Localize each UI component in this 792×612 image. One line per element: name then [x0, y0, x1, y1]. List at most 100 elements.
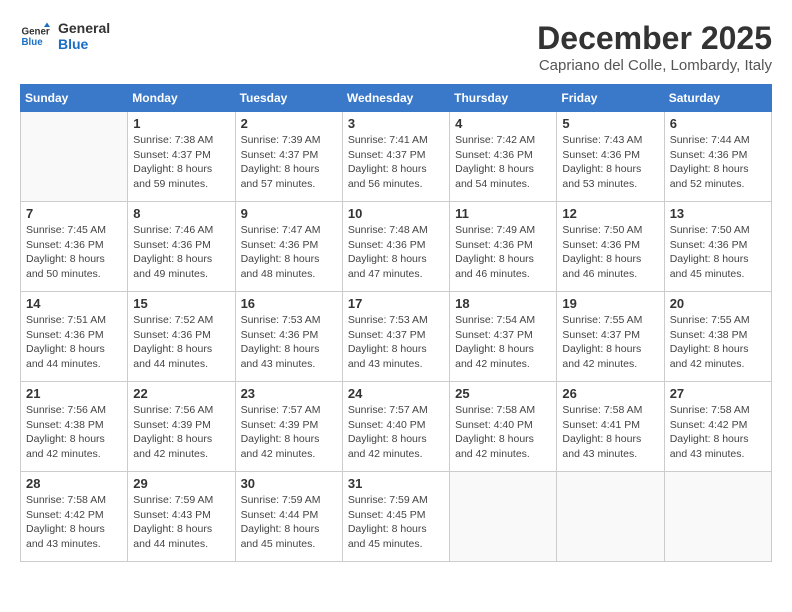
- day-number: 16: [241, 296, 337, 311]
- calendar-cell: 19Sunrise: 7:55 AMSunset: 4:37 PMDayligh…: [557, 292, 664, 382]
- day-info: Sunrise: 7:56 AMSunset: 4:38 PMDaylight:…: [26, 403, 122, 462]
- day-number: 23: [241, 386, 337, 401]
- day-number: 30: [241, 476, 337, 491]
- day-info: Sunrise: 7:54 AMSunset: 4:37 PMDaylight:…: [455, 313, 551, 372]
- day-number: 19: [562, 296, 658, 311]
- day-info: Sunrise: 7:44 AMSunset: 4:36 PMDaylight:…: [670, 133, 766, 192]
- calendar-week-4: 21 Sunrise: 7:56 AMSunset: 4:38 PMDayligh…: [21, 382, 772, 472]
- calendar-cell: 30 Sunrise: 7:59 AMSunset: 4:44 PMDayligh…: [235, 472, 342, 562]
- calendar-cell: 12 Sunrise: 7:50 AMSunset: 4:36 PMDayligh…: [557, 202, 664, 292]
- day-info: Sunrise: 7:58 AMSunset: 4:41 PMDaylight:…: [562, 403, 658, 462]
- day-number: 9: [241, 206, 337, 221]
- day-number: 2: [241, 116, 337, 131]
- calendar-cell: [21, 112, 128, 202]
- day-info: Sunrise: 7:45 AMSunset: 4:36 PMDaylight:…: [26, 223, 122, 282]
- day-number: 17: [348, 296, 444, 311]
- calendar-cell: [450, 472, 557, 562]
- weekday-header-saturday: Saturday: [664, 85, 771, 112]
- day-info: Sunrise: 7:51 AMSunset: 4:36 PMDaylight:…: [26, 313, 122, 372]
- logo-text-blue: Blue: [58, 36, 110, 52]
- title-block: December 2025 Capriano del Colle, Lombar…: [537, 20, 772, 74]
- calendar-cell: 16 Sunrise: 7:53 AMSunset: 4:36 PMDayligh…: [235, 292, 342, 382]
- location-subtitle: Capriano del Colle, Lombardy, Italy: [537, 57, 772, 74]
- calendar-cell: 18 Sunrise: 7:54 AMSunset: 4:37 PMDayligh…: [450, 292, 557, 382]
- day-number: 18: [455, 296, 551, 311]
- day-number: 5: [562, 116, 658, 131]
- day-info: Sunrise: 7:53 AMSunset: 4:36 PMDaylight:…: [241, 313, 337, 372]
- calendar-cell: 1Sunrise: 7:38 AMSunset: 4:37 PMDaylight…: [128, 112, 235, 202]
- calendar-week-2: 7Sunrise: 7:45 AMSunset: 4:36 PMDaylight…: [21, 202, 772, 292]
- day-info: Sunrise: 7:42 AMSunset: 4:36 PMDaylight:…: [455, 133, 551, 192]
- day-info: Sunrise: 7:58 AMSunset: 4:42 PMDaylight:…: [26, 493, 122, 552]
- day-info: Sunrise: 7:47 AMSunset: 4:36 PMDaylight:…: [241, 223, 337, 282]
- calendar-cell: [664, 472, 771, 562]
- calendar-cell: 31Sunrise: 7:59 AMSunset: 4:45 PMDayligh…: [342, 472, 449, 562]
- day-number: 20: [670, 296, 766, 311]
- day-number: 21: [26, 386, 122, 401]
- calendar-cell: 14Sunrise: 7:51 AMSunset: 4:36 PMDayligh…: [21, 292, 128, 382]
- logo-icon: General Blue: [20, 21, 50, 51]
- weekday-header-wednesday: Wednesday: [342, 85, 449, 112]
- calendar-cell: 23 Sunrise: 7:57 AMSunset: 4:39 PMDayligh…: [235, 382, 342, 472]
- day-number: 13: [670, 206, 766, 221]
- day-number: 3: [348, 116, 444, 131]
- calendar-table: SundayMondayTuesdayWednesdayThursdayFrid…: [20, 84, 772, 562]
- weekday-header-friday: Friday: [557, 85, 664, 112]
- day-info: Sunrise: 7:53 AMSunset: 4:37 PMDaylight:…: [348, 313, 444, 372]
- calendar-cell: 25Sunrise: 7:58 AMSunset: 4:40 PMDayligh…: [450, 382, 557, 472]
- day-info: Sunrise: 7:49 AMSunset: 4:36 PMDaylight:…: [455, 223, 551, 282]
- calendar-cell: 24Sunrise: 7:57 AMSunset: 4:40 PMDayligh…: [342, 382, 449, 472]
- day-info: Sunrise: 7:39 AMSunset: 4:37 PMDaylight:…: [241, 133, 337, 192]
- calendar-cell: 8Sunrise: 7:46 AMSunset: 4:36 PMDaylight…: [128, 202, 235, 292]
- weekday-header-sunday: Sunday: [21, 85, 128, 112]
- calendar-cell: 5 Sunrise: 7:43 AMSunset: 4:36 PMDaylight…: [557, 112, 664, 202]
- day-number: 26: [562, 386, 658, 401]
- day-number: 24: [348, 386, 444, 401]
- calendar-cell: 2 Sunrise: 7:39 AMSunset: 4:37 PMDaylight…: [235, 112, 342, 202]
- calendar-cell: 21 Sunrise: 7:56 AMSunset: 4:38 PMDayligh…: [21, 382, 128, 472]
- day-info: Sunrise: 7:50 AMSunset: 4:36 PMDaylight:…: [562, 223, 658, 282]
- day-number: 12: [562, 206, 658, 221]
- day-info: Sunrise: 7:48 AMSunset: 4:36 PMDaylight:…: [348, 223, 444, 282]
- day-info: Sunrise: 7:56 AMSunset: 4:39 PMDaylight:…: [133, 403, 229, 462]
- logo-text-general: General: [58, 20, 110, 36]
- day-info: Sunrise: 7:57 AMSunset: 4:39 PMDaylight:…: [241, 403, 337, 462]
- logo: General Blue General Blue: [20, 20, 110, 52]
- day-number: 28: [26, 476, 122, 491]
- day-info: Sunrise: 7:59 AMSunset: 4:44 PMDaylight:…: [241, 493, 337, 552]
- day-number: 1: [133, 116, 229, 131]
- calendar-cell: 22 Sunrise: 7:56 AMSunset: 4:39 PMDayligh…: [128, 382, 235, 472]
- calendar-cell: 17 Sunrise: 7:53 AMSunset: 4:37 PMDayligh…: [342, 292, 449, 382]
- day-number: 10: [348, 206, 444, 221]
- day-number: 15: [133, 296, 229, 311]
- day-number: 22: [133, 386, 229, 401]
- svg-text:General: General: [22, 27, 51, 38]
- calendar-cell: 7Sunrise: 7:45 AMSunset: 4:36 PMDaylight…: [21, 202, 128, 292]
- calendar-cell: 13 Sunrise: 7:50 AMSunset: 4:36 PMDayligh…: [664, 202, 771, 292]
- calendar-cell: 29 Sunrise: 7:59 AMSunset: 4:43 PMDayligh…: [128, 472, 235, 562]
- day-number: 4: [455, 116, 551, 131]
- calendar-week-5: 28 Sunrise: 7:58 AMSunset: 4:42 PMDayligh…: [21, 472, 772, 562]
- day-info: Sunrise: 7:43 AMSunset: 4:36 PMDaylight:…: [562, 133, 658, 192]
- svg-text:Blue: Blue: [22, 37, 44, 48]
- day-info: Sunrise: 7:59 AMSunset: 4:45 PMDaylight:…: [348, 493, 444, 552]
- calendar-cell: 28 Sunrise: 7:58 AMSunset: 4:42 PMDayligh…: [21, 472, 128, 562]
- calendar-cell: 9 Sunrise: 7:47 AMSunset: 4:36 PMDaylight…: [235, 202, 342, 292]
- day-info: Sunrise: 7:46 AMSunset: 4:36 PMDaylight:…: [133, 223, 229, 282]
- calendar-cell: 20Sunrise: 7:55 AMSunset: 4:38 PMDayligh…: [664, 292, 771, 382]
- day-number: 6: [670, 116, 766, 131]
- day-info: Sunrise: 7:41 AMSunset: 4:37 PMDaylight:…: [348, 133, 444, 192]
- day-info: Sunrise: 7:59 AMSunset: 4:43 PMDaylight:…: [133, 493, 229, 552]
- day-number: 25: [455, 386, 551, 401]
- day-info: Sunrise: 7:52 AMSunset: 4:36 PMDaylight:…: [133, 313, 229, 372]
- day-info: Sunrise: 7:50 AMSunset: 4:36 PMDaylight:…: [670, 223, 766, 282]
- calendar-cell: 10 Sunrise: 7:48 AMSunset: 4:36 PMDayligh…: [342, 202, 449, 292]
- day-info: Sunrise: 7:58 AMSunset: 4:42 PMDaylight:…: [670, 403, 766, 462]
- calendar-cell: 27 Sunrise: 7:58 AMSunset: 4:42 PMDayligh…: [664, 382, 771, 472]
- day-number: 29: [133, 476, 229, 491]
- calendar-week-3: 14Sunrise: 7:51 AMSunset: 4:36 PMDayligh…: [21, 292, 772, 382]
- day-number: 27: [670, 386, 766, 401]
- calendar-cell: 3 Sunrise: 7:41 AMSunset: 4:37 PMDaylight…: [342, 112, 449, 202]
- weekday-header-monday: Monday: [128, 85, 235, 112]
- weekday-header-tuesday: Tuesday: [235, 85, 342, 112]
